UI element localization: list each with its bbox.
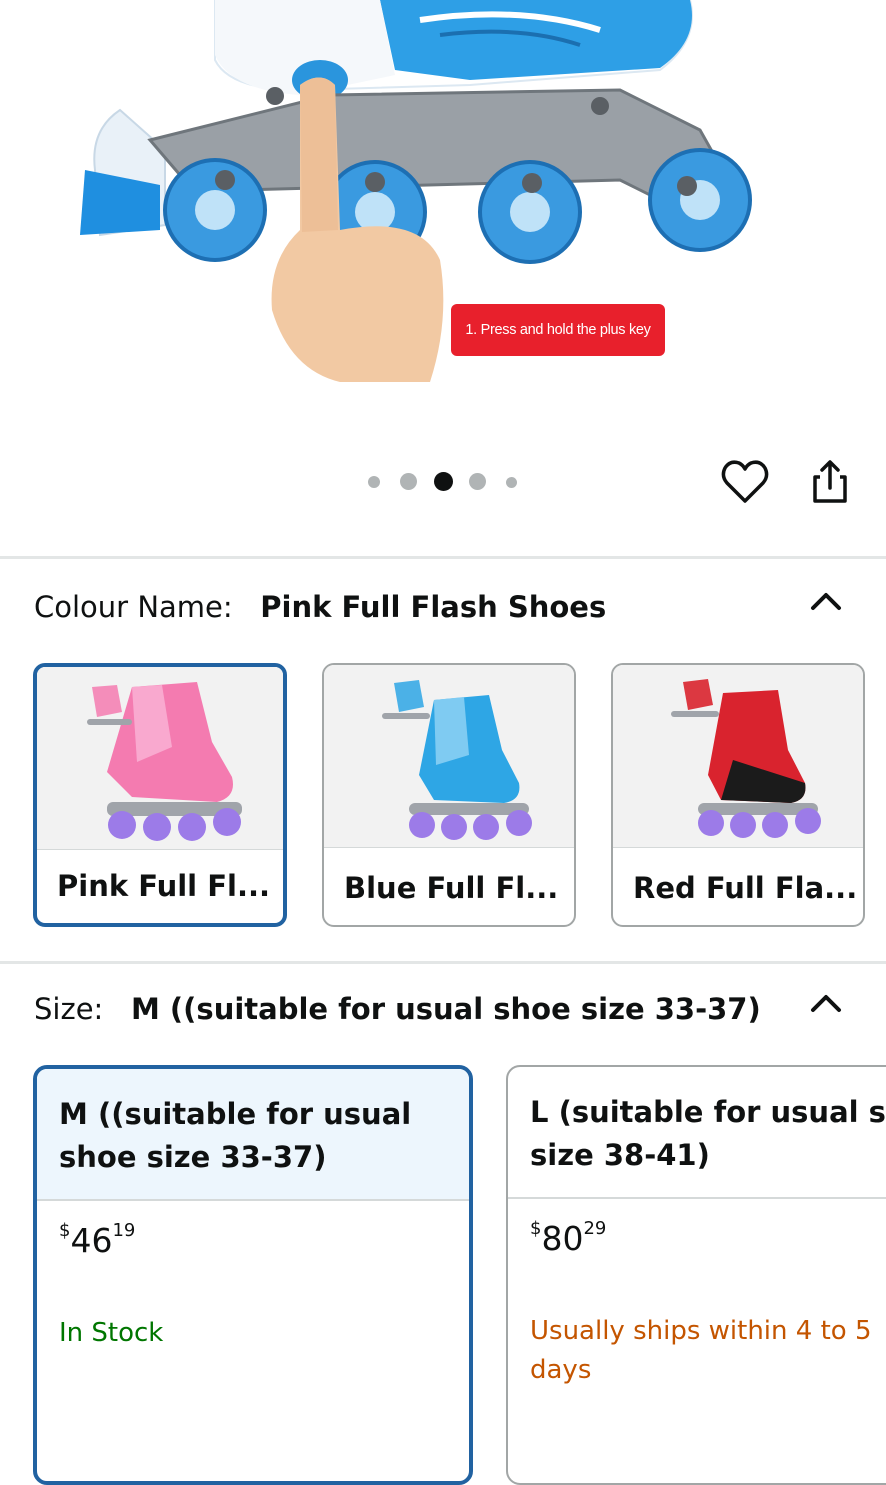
price-whole: 80 bbox=[541, 1219, 584, 1258]
size-selection-header: Size: M ((suitable for usual shoe size 3… bbox=[34, 992, 761, 1026]
colour-thumbnail bbox=[324, 665, 574, 848]
heart-icon bbox=[721, 460, 769, 503]
colour-thumbnail bbox=[37, 667, 283, 850]
red-skate-image bbox=[671, 679, 821, 838]
divider bbox=[0, 556, 886, 559]
share-button[interactable] bbox=[804, 455, 858, 509]
size-option-price: $4619 bbox=[59, 1220, 136, 1260]
colour-label: Colour Name: bbox=[34, 590, 233, 624]
price-whole: 46 bbox=[70, 1221, 113, 1260]
colour-selection-header: Colour Name: Pink Full Flash Shoes bbox=[34, 590, 606, 624]
carousel-dot[interactable] bbox=[400, 473, 417, 490]
skate-photo bbox=[80, 0, 752, 382]
instruction-label: 1. Press and hold the plus key bbox=[451, 304, 665, 356]
colour-option-red[interactable]: Red Full Fla... bbox=[611, 663, 865, 927]
size-option-m[interactable]: M ((suitable for usual shoe size 33-37) … bbox=[33, 1065, 473, 1485]
size-value: M ((suitable for usual shoe size 33-37) bbox=[130, 992, 761, 1026]
size-option-label: L (suitable for usual shoe size 38-41) bbox=[530, 1095, 886, 1172]
colour-option-blue[interactable]: Blue Full Fl... bbox=[322, 663, 576, 927]
colour-option-label: Pink Full Fl... bbox=[57, 869, 271, 903]
price-fraction: 29 bbox=[583, 1218, 607, 1239]
divider bbox=[0, 961, 886, 964]
currency-symbol: $ bbox=[59, 1220, 71, 1241]
size-option-header: L (suitable for usual shoe size 38-41) bbox=[508, 1067, 886, 1199]
size-option-price: $8029 bbox=[530, 1218, 607, 1258]
price-fraction: 19 bbox=[112, 1220, 136, 1241]
share-icon bbox=[813, 460, 847, 503]
chevron-up-icon bbox=[811, 593, 841, 610]
blue-skate-image bbox=[382, 680, 532, 840]
size-option-label: M ((suitable for usual shoe size 33-37) bbox=[59, 1097, 412, 1174]
wishlist-button[interactable] bbox=[718, 455, 772, 509]
collapse-size-button[interactable] bbox=[806, 984, 846, 1024]
availability-status: Usually ships within 4 to 5 days bbox=[530, 1316, 872, 1385]
pink-skate-image bbox=[87, 682, 242, 841]
size-option-l[interactable]: L (suitable for usual shoe size 38-41) $… bbox=[506, 1065, 886, 1485]
colour-thumbnail bbox=[613, 665, 863, 848]
size-option-header: M ((suitable for usual shoe size 33-37) bbox=[37, 1069, 469, 1201]
colour-value: Pink Full Flash Shoes bbox=[260, 590, 607, 624]
size-label: Size: bbox=[34, 992, 104, 1026]
colour-option-pink[interactable]: Pink Full Fl... bbox=[33, 663, 287, 927]
colour-option-label: Blue Full Fl... bbox=[344, 871, 559, 905]
availability-status: In Stock bbox=[59, 1318, 164, 1348]
product-image[interactable]: 1. Press and hold the plus key bbox=[0, 0, 886, 430]
currency-symbol: $ bbox=[530, 1218, 542, 1239]
carousel-dot[interactable] bbox=[506, 477, 517, 488]
collapse-colour-button[interactable] bbox=[806, 582, 846, 622]
carousel-dot-active[interactable] bbox=[434, 472, 453, 491]
colour-option-label: Red Full Fla... bbox=[633, 871, 858, 905]
carousel-dot[interactable] bbox=[469, 473, 486, 490]
carousel-dot[interactable] bbox=[368, 476, 380, 488]
chevron-up-icon bbox=[811, 995, 841, 1012]
